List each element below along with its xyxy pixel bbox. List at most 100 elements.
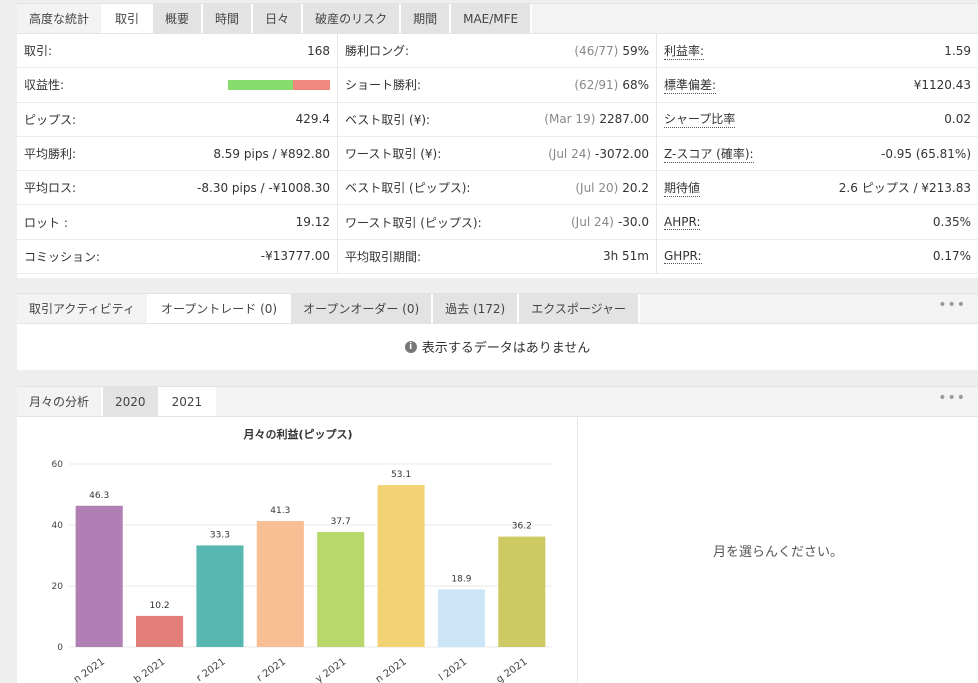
stat-ghpr: GHPR: 0.17% [657, 240, 978, 275]
stat-label[interactable]: 期待値 [664, 179, 701, 197]
tab-exposure[interactable]: エクスポージャー [519, 294, 641, 323]
stat-label[interactable]: Z-スコア (確率): [664, 145, 754, 163]
stat-value: 1.59 [944, 43, 971, 58]
data-label: 18.9 [451, 574, 471, 584]
tab-hours[interactable]: 時間 [203, 4, 254, 33]
more-menu-icon[interactable]: ••• [938, 390, 966, 406]
trading-activity-panel: 取引アクティビティ オープントレード (0) オープンオーダー (0) 過去 (… [17, 293, 978, 370]
stats-panel: 高度な統計 取引 概要 時間 日々 破産のリスク 期間 MAE/MFE 取引: … [17, 3, 978, 278]
stat-value: 2287.00 [599, 112, 649, 127]
y-tick-label: 0 [57, 643, 63, 653]
tab-duration[interactable]: 期間 [401, 4, 452, 33]
tab-history[interactable]: 過去 (172) [433, 294, 520, 323]
stat-value: 8.59 pips / ¥892.80 [213, 146, 330, 161]
stat-sub: (Mar 19) [544, 112, 596, 127]
y-tick-label: 20 [52, 582, 64, 592]
tab-trading-activity[interactable]: 取引アクティビティ [17, 294, 149, 323]
stat-value: 20.2 [622, 180, 649, 195]
stat-lots: ロット : 19.12 [17, 205, 337, 240]
chart-title: 月々の利益(ピップス) [242, 427, 352, 441]
stat-label: ロット : [24, 215, 68, 230]
stat-pips: ピップス: 429.4 [17, 103, 337, 137]
stat-standard-deviation: 標準偏差: ¥1120.43 [657, 68, 978, 103]
stat-value: 59% [622, 43, 649, 58]
y-tick-label: 40 [52, 521, 64, 531]
stat-sharpe-ratio: シャープ比率 0.02 [657, 103, 978, 137]
stat-label: 勝利ロング: [345, 44, 410, 59]
stat-worst-trade-yen: ワースト取引 (¥): (Jul 24) -3072.00 [338, 137, 656, 172]
tab-risk-of-ruin[interactable]: 破産のリスク [303, 4, 402, 33]
tab-daily[interactable]: 日々 [253, 4, 304, 33]
no-data-text: 表示するデータはありません [421, 341, 591, 356]
stat-label[interactable]: 利益率: [664, 42, 705, 60]
tab-monthly-analysis[interactable]: 月々の分析 [17, 387, 104, 416]
monthly-body: 月々の利益(ピップス) 0 20 40 60 46.3 n 2021 10.2 b 2021 33… [17, 417, 978, 683]
tab-open-trades[interactable]: オープントレード (0) [148, 294, 292, 323]
bar [136, 615, 184, 647]
stats-column-1: 取引: 168 収益性: ピップス: 429.4 平均勝利: 8.59 pips… [17, 34, 338, 275]
stat-label: 収益性: [24, 78, 65, 93]
stat-value: 0.35% [932, 215, 971, 230]
profitability-win-segment [228, 79, 294, 90]
stat-longs-won: 勝利ロング: (46/77) 59% [338, 34, 656, 69]
tab-advanced-stats[interactable]: 高度な統計 [17, 4, 104, 33]
stat-best-trade-pips: ベスト取引 (ピップス): (Jul 20) 20.2 [338, 171, 656, 206]
bar [75, 505, 123, 647]
data-label: 46.3 [89, 491, 109, 501]
tab-year-2021[interactable]: 2021 [159, 387, 217, 416]
x-tick-label: b 2021 [132, 656, 167, 683]
x-tick-label: l 2021 [437, 656, 469, 683]
stats-column-3: 利益率: 1.59 標準偏差: ¥1120.43 シャープ比率 0.02 Z-ス… [657, 34, 978, 275]
stat-label: 平均勝利: [24, 147, 77, 162]
profitability-loss-segment [293, 79, 330, 90]
stat-value: ¥1120.43 [913, 77, 971, 92]
stat-label: コミッション: [24, 249, 101, 264]
tab-mae-mfe[interactable]: MAE/MFE [451, 4, 533, 33]
stat-sub: (Jul 24) [571, 215, 614, 230]
stat-label: ベスト取引 (¥): [345, 112, 431, 127]
stat-label[interactable]: シャープ比率 [664, 110, 736, 129]
bar [317, 532, 365, 647]
x-tick-label: r 2021 [195, 656, 228, 683]
tab-summary[interactable]: 概要 [153, 4, 204, 33]
info-icon: i [404, 340, 417, 353]
bar [437, 589, 485, 647]
stats-column-2: 勝利ロング: (46/77) 59% ショート勝利: (62/91) 68% ベスト… [338, 34, 657, 275]
data-label: 41.3 [270, 506, 290, 516]
stats-grid: 取引: 168 収益性: ピップス: 429.4 平均勝利: 8.59 pips… [17, 34, 978, 275]
stat-value: -8.30 pips / -¥1008.30 [197, 180, 330, 195]
stat-label: ワースト取引 (ピップス): [345, 215, 482, 230]
select-month-hint: 月を選らんください。 [712, 545, 843, 560]
stat-label: ワースト取引 (¥): [345, 147, 442, 162]
tab-open-orders[interactable]: オープンオーダー (0) [291, 294, 434, 323]
data-label: 53.1 [391, 470, 411, 480]
stat-label: 平均ロス: [24, 181, 77, 196]
stat-profitability: 収益性: [17, 68, 337, 103]
stat-ahpr: AHPR: 0.35% [657, 205, 978, 240]
stat-expectancy: 期待値 2.6 ピップス / ¥213.83 [657, 171, 978, 206]
stat-label[interactable]: 標準偏差: [664, 76, 717, 94]
stat-label: ピップス: [24, 112, 77, 127]
monthly-chart-svg: 月々の利益(ピップス) 0 20 40 60 46.3 n 2021 10.2 b 2021 33… [52, 427, 552, 683]
stat-value: -30.0 [617, 215, 649, 230]
stat-trades: 取引: 168 [17, 34, 337, 69]
stat-value: -3072.00 [595, 146, 649, 161]
bar [256, 521, 304, 647]
stat-label[interactable]: GHPR: [664, 249, 702, 264]
x-tick-label: n 2021 [374, 656, 409, 683]
more-menu-icon[interactable]: ••• [938, 297, 966, 313]
stat-sub: (62/91) [574, 77, 619, 92]
stat-sub: (Jul 20) [575, 180, 619, 195]
no-data-message: i 表示するデータはありません [17, 324, 978, 369]
stat-worst-trade-pips: ワースト取引 (ピップス): (Jul 24) -30.0 [338, 205, 656, 240]
stat-best-trade-yen: ベスト取引 (¥): (Mar 19) 2287.00 [338, 103, 656, 137]
stat-label: 平均取引期間: [345, 249, 422, 264]
bar [498, 536, 546, 647]
stat-label[interactable]: AHPR: [664, 215, 701, 230]
tab-trades[interactable]: 取引 [103, 4, 154, 33]
data-label: 37.7 [331, 517, 351, 527]
tab-year-2020[interactable]: 2020 [103, 387, 160, 416]
stat-value: 3h 51m [602, 249, 649, 264]
stat-value: 2.6 ピップス / ¥213.83 [838, 181, 971, 196]
stat-sub: (46/77) [574, 43, 619, 58]
